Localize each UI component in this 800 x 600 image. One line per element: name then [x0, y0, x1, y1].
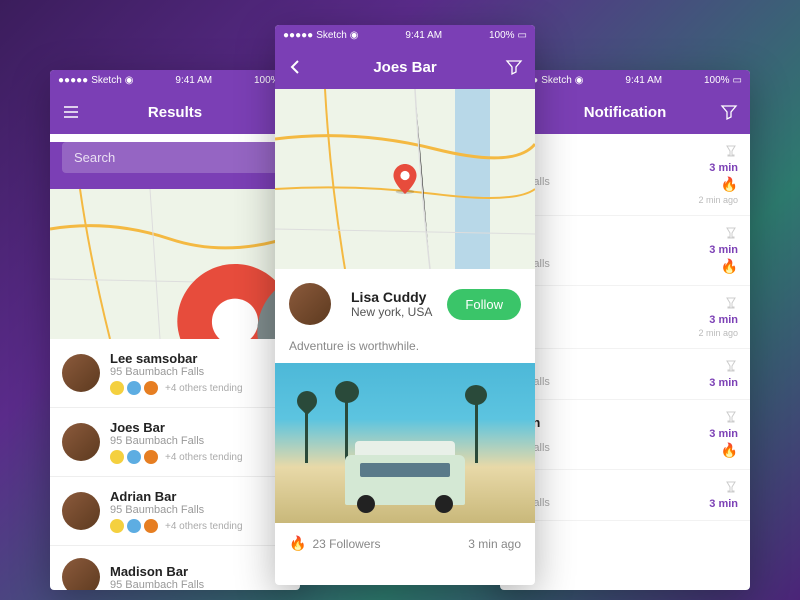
list-item[interactable]: Joes Bar95 Baumbach Falls+4 others tendi… — [50, 408, 300, 477]
list-item[interactable]: Madison Bar95 Baumbach Falls — [50, 546, 300, 590]
list-item[interactable]: zo3 min2 min ago — [500, 286, 750, 349]
avatar — [62, 492, 100, 530]
quote-text: Adventure is worthwhile. — [275, 339, 535, 363]
glass-icon — [724, 410, 738, 424]
post-footer: 🔥 23 Followers 3 min ago — [275, 523, 535, 564]
profile-row: Lisa Cuddy New york, USA Follow — [275, 269, 535, 339]
notification-list: h'ch Falls3 min🔥2 min ago obngech Falls3… — [500, 134, 750, 521]
results-screen: ●●●●●Sketch◉ 9:41 AM 100%▭ Results Searc… — [50, 70, 300, 590]
post-photo[interactable] — [275, 363, 535, 523]
header: Joes Bar — [275, 45, 535, 89]
map[interactable] — [50, 189, 300, 339]
list-item[interactable]: Adrian Bar95 Baumbach Falls+4 others ten… — [50, 477, 300, 546]
profile-name: Lisa Cuddy — [351, 289, 437, 305]
glass-icon — [724, 296, 738, 310]
page-title: Notification — [584, 104, 667, 121]
status-bar: ●●●●●Sketch◉ 9:41 AM 100%▭ — [50, 70, 300, 90]
status-bar: ●●●●●Sketch◉ 9:41 AM 100%▭ — [500, 70, 750, 90]
avatar — [62, 354, 100, 392]
map-pin-icon — [393, 164, 417, 194]
profile-location: New york, USA — [351, 305, 437, 319]
fire-icon: 🔥 — [721, 442, 738, 459]
back-icon[interactable] — [287, 58, 305, 76]
detail-screen: ●●●●●Sketch◉ 9:41 AM 100%▭ Joes Bar Lisa… — [275, 25, 535, 585]
avatar — [62, 558, 100, 590]
followers-count: 23 Followers — [312, 537, 380, 551]
glass-icon — [724, 359, 738, 373]
menu-icon[interactable] — [62, 103, 80, 121]
list-item[interactable]: ez 'nBarch Falls3 min🔥 — [500, 400, 750, 470]
results-list: Lee samsobar95 Baumbach Falls+4 others t… — [50, 339, 300, 590]
header: Notification — [500, 90, 750, 134]
list-item[interactable]: Barch Falls3 min — [500, 470, 750, 521]
glass-icon — [724, 226, 738, 240]
glass-icon — [724, 480, 738, 494]
header: Results — [50, 90, 300, 134]
page-title: Results — [148, 104, 202, 121]
avatar[interactable] — [289, 283, 331, 325]
map[interactable] — [275, 89, 535, 269]
list-item[interactable]: Barch Falls3 min — [500, 349, 750, 400]
status-bar: ●●●●●Sketch◉ 9:41 AM 100%▭ — [275, 25, 535, 45]
follow-button[interactable]: Follow — [447, 289, 521, 320]
filter-icon[interactable] — [505, 58, 523, 76]
filter-icon[interactable] — [720, 103, 738, 121]
search-input[interactable]: Search — [62, 142, 288, 173]
avatar — [62, 423, 100, 461]
page-title: Joes Bar — [373, 59, 436, 76]
fire-icon: 🔥 — [721, 258, 738, 275]
fire-icon: 🔥 — [721, 176, 738, 193]
fire-icon: 🔥 — [289, 535, 306, 552]
list-item[interactable]: h'ch Falls3 min🔥2 min ago — [500, 134, 750, 216]
time-ago: 3 min ago — [468, 537, 521, 551]
glass-icon — [724, 144, 738, 158]
list-item[interactable]: Lee samsobar95 Baumbach Falls+4 others t… — [50, 339, 300, 408]
notification-screen: ●●●●●Sketch◉ 9:41 AM 100%▭ Notification … — [500, 70, 750, 590]
list-item[interactable]: obngech Falls3 min🔥 — [500, 216, 750, 286]
